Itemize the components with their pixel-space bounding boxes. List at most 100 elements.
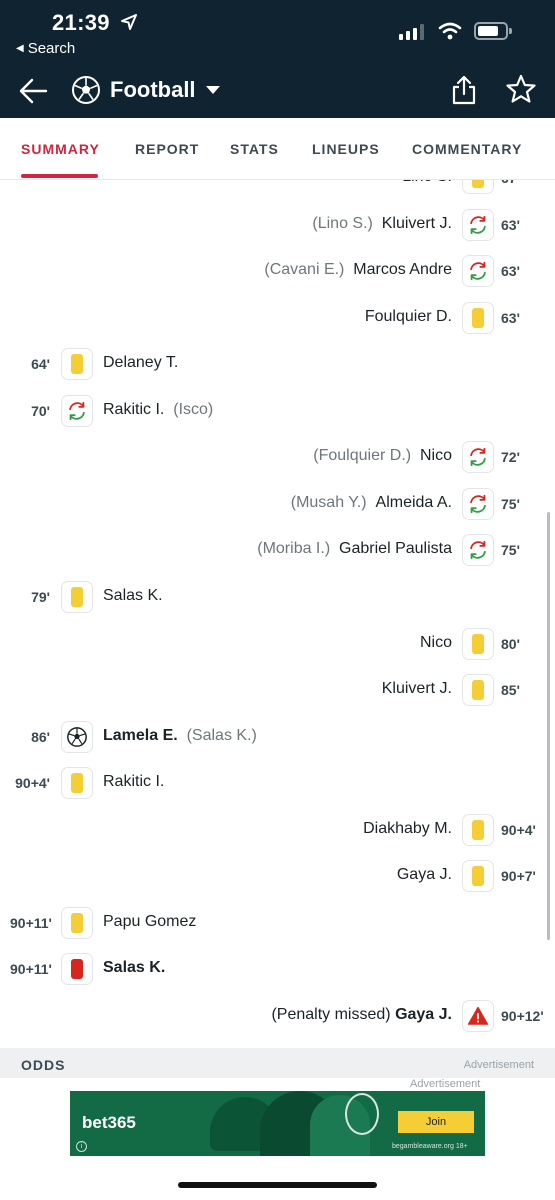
sport-title[interactable]: Football — [110, 77, 196, 103]
match-events-list[interactable]: 67' Lino S. 63' (Lino S.) Kluivert J. 63' (Ca… — [0, 180, 555, 1048]
match-event-row[interactable]: 90+11' Papu Gomez — [0, 904, 555, 942]
share-icon[interactable] — [450, 74, 478, 106]
event-player-name[interactable]: Diakhaby M. — [363, 820, 452, 837]
event-player-name[interactable]: Nico — [420, 634, 452, 651]
odds-label: ODDS — [21, 1057, 66, 1073]
event-minute: 67' — [501, 180, 545, 186]
yellow-card-icon — [61, 767, 93, 800]
event-minute: 72' — [501, 449, 520, 466]
event-player-name[interactable]: Salas K. — [103, 959, 165, 976]
tab-commentary[interactable]: COMMENTARY — [412, 141, 522, 157]
event-text: Delaney T. — [103, 354, 178, 372]
event-player-name[interactable]: Kluivert J. — [382, 680, 452, 697]
match-event-row[interactable]: 90+11' Salas K. — [0, 950, 555, 988]
scrollbar[interactable] — [547, 512, 550, 940]
cellular-signal-icon — [399, 24, 424, 40]
tennis-racket-icon — [345, 1093, 379, 1135]
tab-lineups[interactable]: LINEUPS — [312, 141, 380, 157]
match-event-row[interactable]: 75' (Moriba I.) Gabriel Paulista — [0, 531, 555, 569]
back-to-search-link[interactable]: ◀ Search — [16, 40, 75, 57]
event-minute: 63' — [501, 309, 520, 326]
advertisement-banner[interactable]: bet365 Join begambleaware.org 18+ i — [70, 1091, 485, 1156]
event-detail: (Isco) — [173, 400, 214, 418]
event-detail: (Cavani E.) — [264, 261, 345, 279]
event-minute: 90+11' — [10, 961, 52, 978]
tab-summary[interactable]: SUMMARY — [21, 141, 100, 157]
match-event-row[interactable]: 80' Nico — [0, 625, 555, 663]
substitution-icon — [462, 487, 494, 520]
match-event-row[interactable]: 67' Lino S. — [0, 180, 555, 197]
status-bar: 21:39 ◀ Search — [0, 0, 555, 66]
ad-advertisement-label: Advertisement — [410, 1078, 481, 1090]
event-text: Gaya J. — [397, 866, 452, 884]
substitution-icon — [462, 208, 494, 241]
match-event-row[interactable]: 75' (Musah Y.) Almeida A. — [0, 485, 555, 523]
event-player-name[interactable]: Papu Gomez — [103, 913, 196, 930]
event-player-name[interactable]: Gaya J. — [397, 866, 452, 883]
event-player-name[interactable]: Rakitic I. — [103, 773, 164, 790]
event-player-name[interactable]: Delaney T. — [103, 354, 178, 371]
event-text: (Musah Y.) Almeida A. — [291, 494, 452, 512]
event-minute: 64' — [31, 356, 50, 373]
event-text: Salas K. — [103, 959, 165, 977]
substitution-icon — [462, 534, 494, 567]
match-event-row[interactable]: 63' (Cavani E.) Marcos Andre — [0, 252, 555, 290]
ad-brand-logo: bet365 — [82, 1113, 136, 1132]
event-player-name[interactable]: Foulquier D. — [365, 308, 452, 325]
event-minute: 75' — [501, 495, 520, 512]
match-event-row[interactable]: 85' Kluivert J. — [0, 671, 555, 709]
event-player-name[interactable]: Marcos Andre — [353, 261, 452, 278]
event-player-name[interactable]: Lamela E. — [103, 727, 178, 744]
event-text: Diakhaby M. — [363, 820, 452, 838]
yellow-card-icon — [462, 860, 494, 893]
battery-icon — [474, 22, 512, 40]
event-player-name[interactable]: Salas K. — [103, 587, 163, 604]
match-event-row[interactable]: 70' Rakitic I. (Isco) — [0, 392, 555, 430]
match-event-row[interactable]: 72' (Foulquier D.) Nico — [0, 438, 555, 476]
yellow-card-icon — [462, 301, 494, 334]
event-player-name[interactable]: Gaya J. — [395, 1006, 452, 1023]
match-event-row[interactable]: 90+4' Diakhaby M. — [0, 811, 555, 849]
event-player-name[interactable]: Kluivert J. — [382, 215, 452, 232]
back-to-search-label: Search — [27, 40, 76, 57]
home-indicator[interactable] — [178, 1182, 377, 1188]
event-text: (Foulquier D.) Nico — [313, 447, 452, 465]
tab-report[interactable]: REPORT — [135, 141, 199, 157]
event-player-name[interactable]: Lino S. — [402, 180, 452, 185]
match-event-row[interactable]: 90+4' Rakitic I. — [0, 764, 555, 802]
event-player-name[interactable]: Gabriel Paulista — [339, 540, 452, 557]
match-event-row[interactable]: 90+12' (Penalty missed) Gaya J. — [0, 997, 555, 1035]
substitution-icon — [462, 441, 494, 474]
football-goal-icon — [61, 720, 93, 753]
back-arrow-icon[interactable] — [18, 76, 50, 106]
event-text: Rakitic I. (Isco) — [103, 401, 213, 419]
match-event-row[interactable]: 79' Salas K. — [0, 578, 555, 616]
match-event-row[interactable]: 63' Foulquier D. — [0, 299, 555, 337]
ad-info-icon[interactable]: i — [76, 1141, 87, 1152]
penalty-missed-warning-icon — [462, 999, 494, 1032]
event-text: (Lino S.) Kluivert J. — [312, 215, 452, 233]
red-card-icon — [61, 953, 93, 986]
odds-section-header: ODDS Advertisement — [0, 1048, 555, 1078]
tab-stats[interactable]: STATS — [230, 141, 279, 157]
advertisement-label: Advertisement — [463, 1059, 534, 1071]
match-event-row[interactable]: 63' (Lino S.) Kluivert J. — [0, 206, 555, 244]
match-tabs: SUMMARY REPORT STATS LINEUPS COMMENTARY — [0, 118, 555, 180]
ad-join-button[interactable]: Join — [398, 1111, 474, 1133]
event-player-name[interactable]: Almeida A. — [376, 494, 452, 511]
event-minute: 90+11' — [10, 914, 52, 931]
yellow-card-icon — [61, 906, 93, 939]
event-player-name[interactable]: Nico — [420, 447, 452, 464]
event-text: Foulquier D. — [365, 308, 452, 326]
match-event-row[interactable]: 64' Delaney T. — [0, 345, 555, 383]
match-event-row[interactable]: 86' Lamela E. (Salas K.) — [0, 718, 555, 756]
sport-dropdown-caret-icon[interactable] — [206, 86, 220, 94]
event-detail: (Foulquier D.) — [313, 447, 412, 465]
event-player-name[interactable]: Rakitic I. — [103, 401, 164, 418]
event-text: Papu Gomez — [103, 913, 196, 931]
match-event-row[interactable]: 90+7' Gaya J. — [0, 857, 555, 895]
app-header: 21:39 ◀ Search Football — [0, 0, 555, 118]
favorite-star-icon[interactable] — [506, 74, 536, 104]
event-detail: (Lino S.) — [312, 214, 373, 232]
substitution-icon — [61, 394, 93, 427]
